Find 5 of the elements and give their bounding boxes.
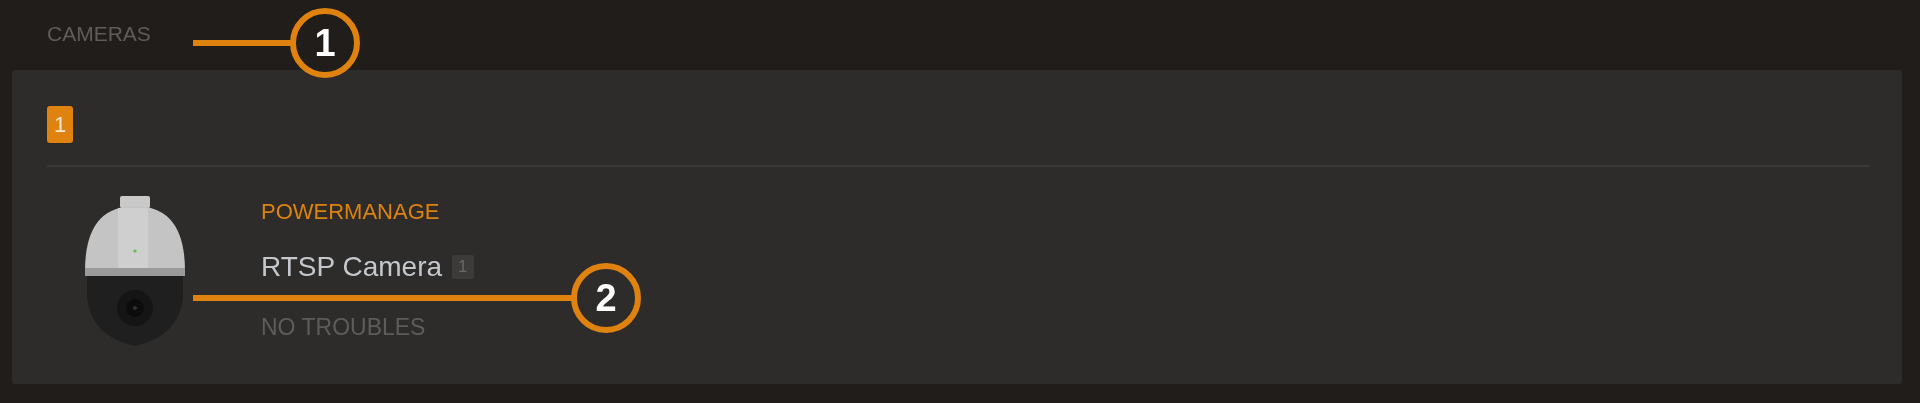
section-title: CAMERAS (47, 22, 151, 46)
callout-marker: 1 (290, 8, 360, 78)
partition-label: POWERMANAGE (261, 198, 441, 226)
device-name: RTSP Camera (261, 250, 443, 284)
group-number-badge: 1 (47, 106, 74, 143)
